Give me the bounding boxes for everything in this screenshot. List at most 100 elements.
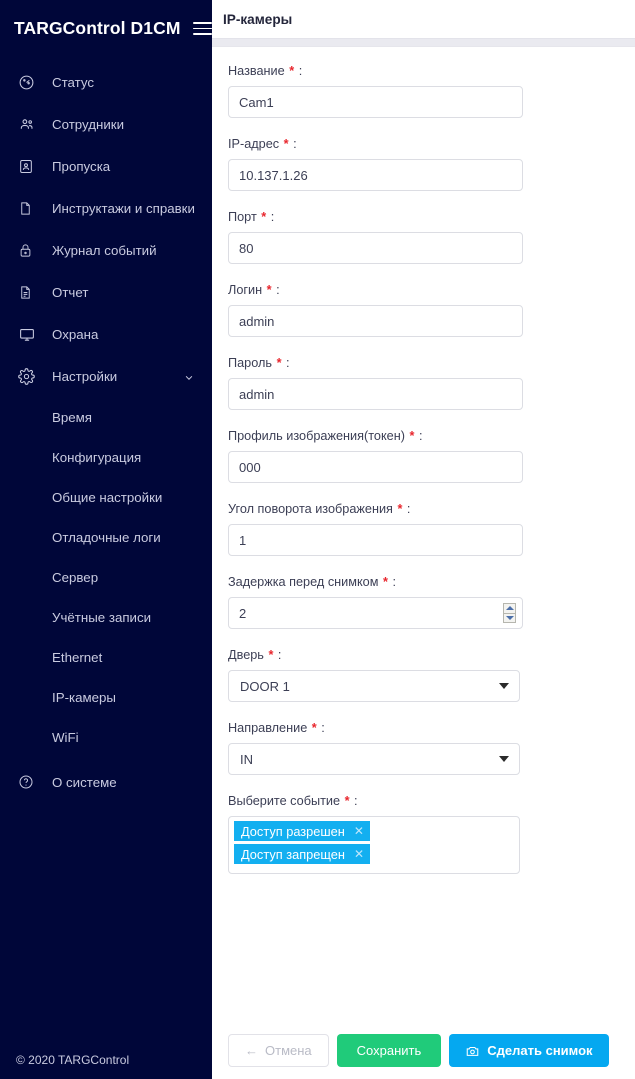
sidebar-subitem-ethernet[interactable]: Ethernet <box>0 637 212 677</box>
stepper-up-icon[interactable] <box>504 604 515 613</box>
label-text: Дверь <box>228 648 264 662</box>
label-text: Логин <box>228 283 263 297</box>
sidebar-item-employees[interactable]: Сотрудники <box>0 103 212 145</box>
remove-tag-icon[interactable]: ✕ <box>354 848 364 860</box>
required-asterisk: * <box>266 283 272 297</box>
save-button[interactable]: Сохранить <box>336 1034 442 1067</box>
page-title: IP-камеры <box>223 11 293 27</box>
required-asterisk: * <box>268 648 274 662</box>
sidebar-item-label: Охрана <box>52 326 99 342</box>
door-select[interactable]: DOOR 1 <box>228 670 520 702</box>
field-label: Угол поворота изображения * : <box>228 501 635 517</box>
sidebar-item-label: Статус <box>52 74 95 90</box>
required-asterisk: * <box>261 210 267 224</box>
name-input[interactable] <box>228 86 523 118</box>
field-label: Логин * : <box>228 282 635 298</box>
sidebar-item-report[interactable]: Отчет <box>0 271 212 313</box>
sidebar-item-instructions[interactable]: Инструктажи и справки <box>0 187 212 229</box>
camera-icon <box>465 1044 480 1058</box>
label-colon: : <box>286 356 290 370</box>
sidebar-subitem-general-settings[interactable]: Общие настройки <box>0 477 212 517</box>
required-asterisk: * <box>311 721 317 735</box>
image-rotation-angle-input[interactable] <box>228 524 523 556</box>
direction-select-wrap: IN <box>228 743 520 775</box>
gear-icon <box>18 367 40 385</box>
required-asterisk: * <box>344 794 350 808</box>
take-snapshot-button[interactable]: Сделать снимок <box>449 1034 609 1067</box>
sidebar-subitem-label: Отладочные логи <box>52 529 161 545</box>
field-label: Задержка перед снимком * : <box>228 574 635 590</box>
hamburger-icon[interactable] <box>192 22 212 35</box>
label-text: Порт <box>228 210 257 224</box>
sidebar-item-security[interactable]: Охрана <box>0 313 212 355</box>
gauge-icon <box>18 73 40 91</box>
number-stepper[interactable] <box>503 603 516 623</box>
brand-row: TARGControl D1CM <box>0 0 212 55</box>
required-asterisk: * <box>289 64 295 78</box>
label-colon: : <box>298 64 303 78</box>
label-colon: : <box>321 721 325 735</box>
tag-row: Доступ разрешен ✕ <box>234 821 514 844</box>
label-colon: : <box>354 794 358 808</box>
sidebar-item-passes[interactable]: Пропуска <box>0 145 212 187</box>
field-direction: Направление * : IN <box>228 720 635 775</box>
sidebar-item-event-log[interactable]: Журнал событий <box>0 229 212 271</box>
chevron-down-icon[interactable] <box>184 371 194 381</box>
label-text: IP-адрес <box>228 137 280 151</box>
chevron-down-icon[interactable] <box>499 756 509 762</box>
sidebar-item-label: О системе <box>52 774 117 790</box>
label-colon: : <box>392 575 396 589</box>
events-multiselect[interactable]: Доступ разрешен ✕ Доступ запрещен ✕ <box>228 816 520 874</box>
field-label: Порт * : <box>228 209 635 225</box>
sidebar-subitem-time[interactable]: Время <box>0 397 212 437</box>
sidebar-subitem-wifi[interactable]: WiFi <box>0 717 212 757</box>
sidebar-subitem-ip-cameras[interactable]: IP-камеры <box>0 677 212 717</box>
app-root: TARGControl D1CM Статус Сотрудники Пропу… <box>0 0 635 1079</box>
remove-tag-icon[interactable]: ✕ <box>354 825 364 837</box>
users-icon <box>18 115 40 133</box>
sidebar-item-settings[interactable]: Настройки <box>0 355 212 397</box>
label-colon: : <box>270 210 275 224</box>
snapshot-delay-input[interactable] <box>228 597 523 629</box>
port-input[interactable] <box>228 232 523 264</box>
document-icon <box>18 199 40 217</box>
take-snapshot-button-label: Сделать снимок <box>487 1043 593 1058</box>
label-text: Пароль <box>228 356 273 370</box>
chevron-down-icon[interactable] <box>499 683 509 689</box>
field-snapshot-delay: Задержка перед снимком * : <box>228 574 635 629</box>
ip-address-input[interactable] <box>228 159 523 191</box>
event-tag[interactable]: Доступ запрещен ✕ <box>234 844 370 864</box>
sidebar-item-label: Пропуска <box>52 158 111 174</box>
label-colon: : <box>293 137 297 151</box>
sidebar-subitem-accounts[interactable]: Учётные записи <box>0 597 212 637</box>
sidebar-item-status[interactable]: Статус <box>0 61 212 103</box>
field-port: Порт * : <box>228 209 635 264</box>
main-content: IP-камеры Название * : IP-адрес * : Порт… <box>212 0 635 1079</box>
sidebar-item-label: Отчет <box>52 284 89 300</box>
question-circle-icon <box>18 773 40 791</box>
sidebar-subitem-label: WiFi <box>52 729 79 745</box>
sidebar-subitem-server[interactable]: Сервер <box>0 557 212 597</box>
cancel-button-label: Отмена <box>265 1043 312 1058</box>
sidebar-item-about[interactable]: О системе <box>0 761 212 803</box>
direction-select[interactable]: IN <box>228 743 520 775</box>
image-profile-token-input[interactable] <box>228 451 523 483</box>
login-input[interactable] <box>228 305 523 337</box>
label-text: Выберите событие <box>228 794 341 808</box>
sidebar-subitem-label: Ethernet <box>52 649 103 665</box>
field-image-profile-token: Профиль изображения(токен) * : <box>228 428 635 483</box>
stepper-down-icon[interactable] <box>504 612 515 623</box>
sidebar-subitem-configuration[interactable]: Конфигурация <box>0 437 212 477</box>
app-brand-title: TARGControl D1CM <box>14 18 181 38</box>
sidebar-subitem-debug-logs[interactable]: Отладочные логи <box>0 517 212 557</box>
event-tag[interactable]: Доступ разрешен ✕ <box>234 821 370 841</box>
field-label: Название * : <box>228 63 635 79</box>
label-text: Задержка перед снимком <box>228 575 379 589</box>
cancel-button[interactable]: ← Отмена <box>228 1034 329 1067</box>
field-password: Пароль * : <box>228 355 635 410</box>
sidebar-item-label: Сотрудники <box>52 116 125 132</box>
password-input[interactable] <box>228 378 523 410</box>
label-text: Название <box>228 64 285 78</box>
field-label: Профиль изображения(токен) * : <box>228 428 635 444</box>
sidebar: TARGControl D1CM Статус Сотрудники Пропу… <box>0 0 212 1079</box>
